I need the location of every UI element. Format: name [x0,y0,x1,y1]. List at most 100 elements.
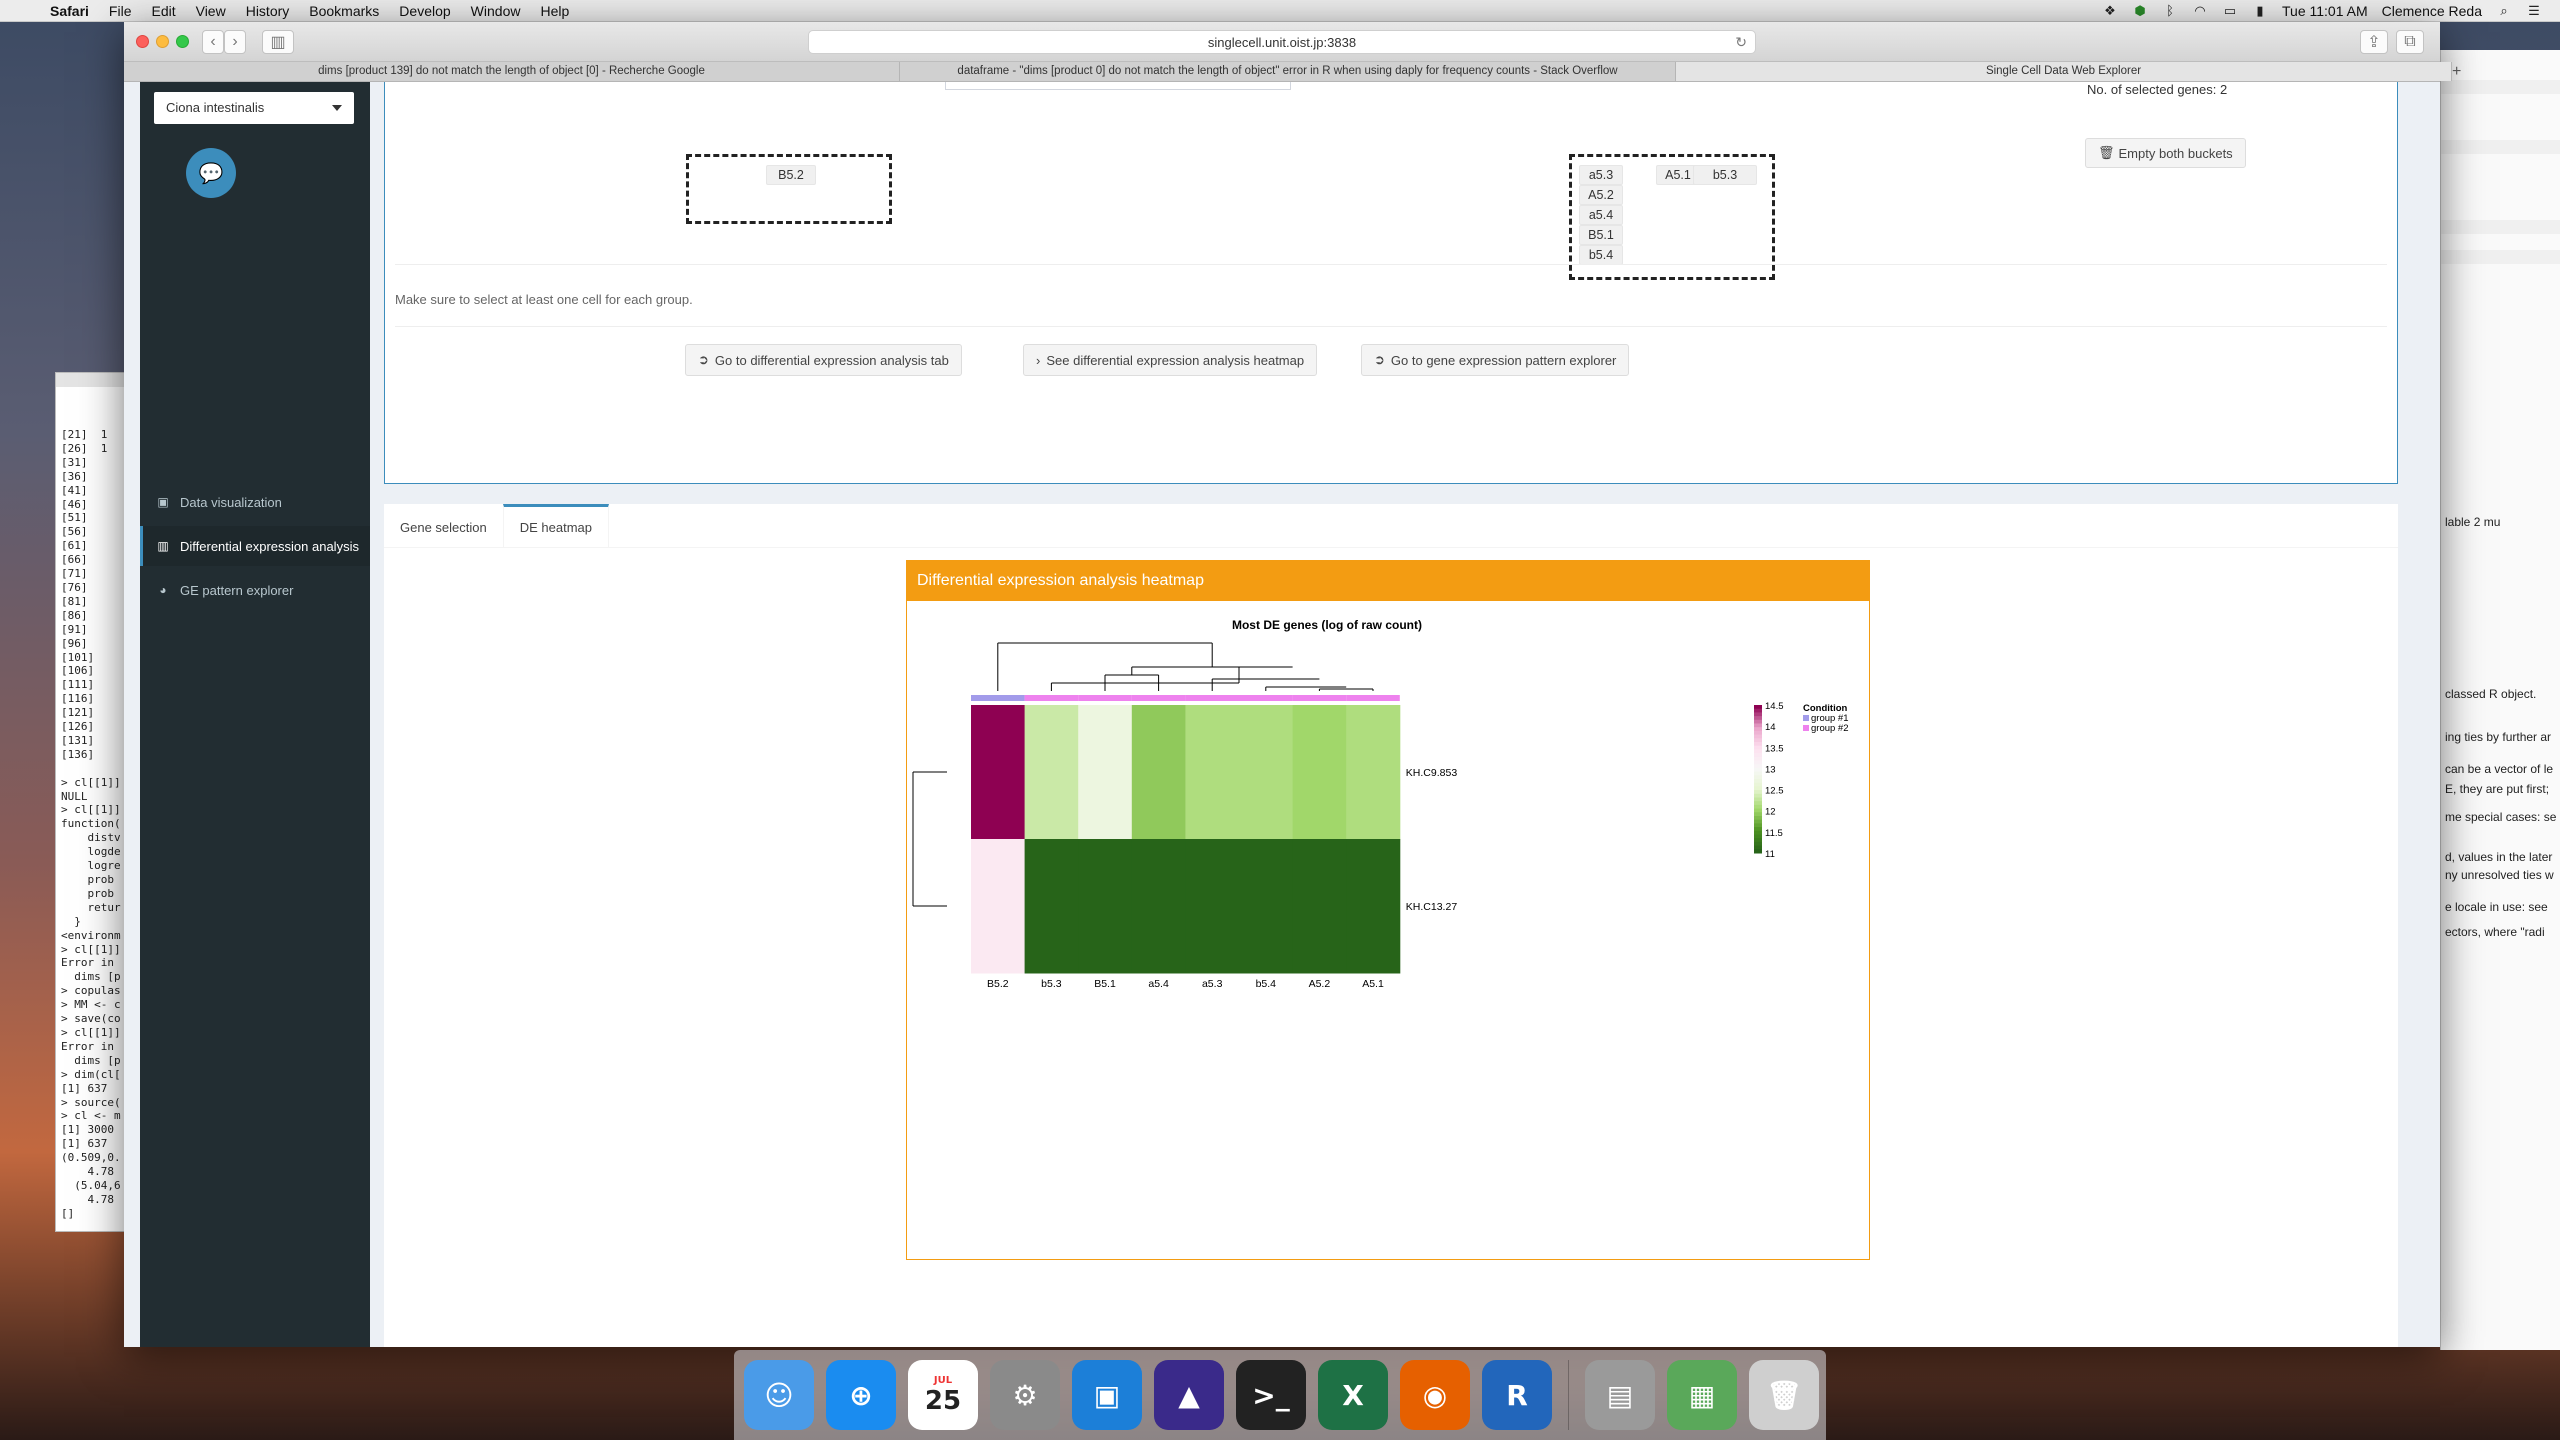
menu-file[interactable]: File [99,3,142,19]
go-to-ge-explorer-button[interactable]: ➲ Go to gene expression pattern explorer [1361,344,1630,376]
bluetooth-icon[interactable]: ᛒ [2162,3,2178,18]
cell-chip[interactable]: a5.4 [1579,205,1623,225]
color-scale-segment [1754,734,1762,739]
show-tabs-button[interactable]: ⧉ [2396,30,2424,54]
back-button[interactable]: ‹ [202,30,224,54]
color-scale-tick: 11.5 [1765,828,1783,839]
chat-button[interactable]: 💬 [186,148,236,198]
battery-icon[interactable]: ▮ [2252,3,2268,18]
menu-history[interactable]: History [236,3,300,19]
excel-icon[interactable]: X [1318,1360,1388,1430]
divider [395,326,2387,327]
cell-chip[interactable]: A5.2 [1579,185,1623,205]
close-window-button[interactable] [136,35,149,48]
firefox-icon[interactable]: ◉ [1400,1360,1470,1430]
heatmap-cell [1131,839,1186,974]
calendar-icon[interactable]: JUL 25 [908,1360,978,1430]
heatmap-cell [1078,839,1133,974]
shield-icon[interactable]: ⬢ [2132,3,2148,18]
sidebar-item-differential-expression[interactable]: ▥ Differential expression analysis [140,526,370,566]
forward-button[interactable]: › [224,30,246,54]
menu-bookmarks[interactable]: Bookmarks [299,3,389,19]
results-tab-box: Gene selection DE heatmap Differential e… [384,504,2398,1347]
share-button[interactable]: ⇪ [2360,30,2388,54]
desktop-app-icon[interactable]: ▣ [1072,1360,1142,1430]
color-scale-segment [1754,760,1762,765]
color-scale-segment [1754,779,1762,784]
empty-buckets-button[interactable]: 🗑 Empty both buckets [2085,138,2246,168]
cell-chip[interactable]: B5.2 [766,165,816,185]
tab-gene-selection[interactable]: Gene selection [384,504,503,548]
color-scale-tick: 11 [1765,849,1775,860]
sidebar-item-data-visualization[interactable]: ▣ Data visualization [140,482,370,522]
airplay-icon[interactable]: ▭ [2222,3,2238,18]
heatmap-cell [1239,839,1294,974]
heatmap-cell [1024,705,1079,840]
see-heatmap-button[interactable]: › See differential expression analysis h… [1023,344,1318,376]
r-icon[interactable]: R [1482,1360,1552,1430]
tabs-icon: ⧉ [2404,33,2416,50]
sidebar-item-ge-pattern-explorer[interactable]: ◕ GE pattern explorer [140,570,370,610]
affinity-icon[interactable]: ▲ [1154,1360,1224,1430]
menu-view[interactable]: View [186,3,236,19]
color-scale-segment [1754,749,1762,754]
sidebar-toggle-button[interactable]: ▥ [262,30,294,54]
browser-tab[interactable]: dataframe - "dims [product 0] do not mat… [900,62,1676,81]
color-scale-segment [1754,753,1762,758]
address-bar[interactable]: singlecell.unit.oist.jp:3838 ↻ [808,30,1756,54]
new-tab-button[interactable]: + [2452,62,2461,81]
preview-icon[interactable]: ▤ [1585,1360,1655,1430]
bg-text: d, values in the later [2445,850,2553,864]
trash-icon[interactable]: 🗑 [1749,1360,1819,1430]
menu-develop[interactable]: Develop [389,3,460,19]
button-label: See differential expression analysis hea… [1046,352,1305,368]
background-help-window: ing ties by further ar classed R object.… [2440,50,2560,1350]
reload-icon[interactable]: ↻ [1735,34,1747,51]
cell-chip[interactable]: b5.3 [1693,165,1757,185]
terminal-icon[interactable]: >_ [1236,1360,1306,1430]
cell-chip[interactable]: a5.3 [1579,165,1623,185]
tab-de-heatmap[interactable]: DE heatmap [502,504,609,548]
arrow-circle-icon: ➲ [1374,352,1385,367]
heatmap-chart: Most DE genes (log of raw count) KH.C9.85… [912,618,1849,990]
wifi-icon[interactable]: ◠ [2192,3,2208,18]
finder-icon[interactable]: ☺ [744,1360,814,1430]
bucket-group-1[interactable]: B5.2 [686,154,892,224]
browser-tab-active[interactable]: Single Cell Data Web Explorer [1676,62,2452,81]
menu-user[interactable]: Clemence Reda [2382,3,2482,19]
minimize-window-button[interactable] [156,35,169,48]
spotlight-search-icon[interactable]: ⌕ [2496,3,2512,18]
menu-help[interactable]: Help [530,3,579,19]
system-preferences-icon[interactable]: ⚙ [990,1360,1060,1430]
menu-window[interactable]: Window [461,3,531,19]
bg-text: classed R object. [2445,687,2537,701]
column-label: B5.2 [987,978,1009,990]
notification-center-icon[interactable]: ☰ [2526,3,2542,18]
group-annotation-cell [1131,695,1186,701]
browser-tab[interactable]: dims [product 139] do not match the leng… [124,62,900,81]
selected-genes-count: No. of selected genes: 2 [2087,82,2228,97]
go-to-de-tab-button[interactable]: ➲ Go to differential expression analysis… [685,344,962,376]
safari-icon[interactable]: ⊕ [826,1360,896,1430]
column-label: a5.3 [1202,978,1223,990]
bg-row [2441,250,2560,264]
color-scale-segment [1754,808,1762,813]
partially-hidden-input[interactable] [945,82,1291,90]
bg-toolbar [2441,80,2560,94]
spreadsheet-file-icon[interactable]: ▦ [1667,1360,1737,1430]
color-scale-segment [1754,742,1762,747]
species-select[interactable]: Ciona intestinalis [154,92,354,124]
bg-text: ing ties by further ar [2445,730,2552,744]
color-scale-segment [1754,838,1762,843]
cell-chip[interactable]: b5.4 [1579,245,1623,265]
menu-edit[interactable]: Edit [141,3,185,19]
heatmap-title: Most DE genes (log of raw count) [1232,618,1422,632]
heatmap-cell [971,705,1026,840]
web-content: Ciona intestinalis 💬 ▣ Data visualizatio… [124,82,2440,1347]
menu-app-safari[interactable]: Safari [40,3,99,19]
menu-clock[interactable]: Tue 11:01 AM [2282,3,2368,19]
color-scale-segment [1754,849,1762,854]
dropbox-icon[interactable]: ❖ [2102,3,2118,18]
cell-chip[interactable]: B5.1 [1579,225,1623,245]
maximize-window-button[interactable] [176,35,189,48]
